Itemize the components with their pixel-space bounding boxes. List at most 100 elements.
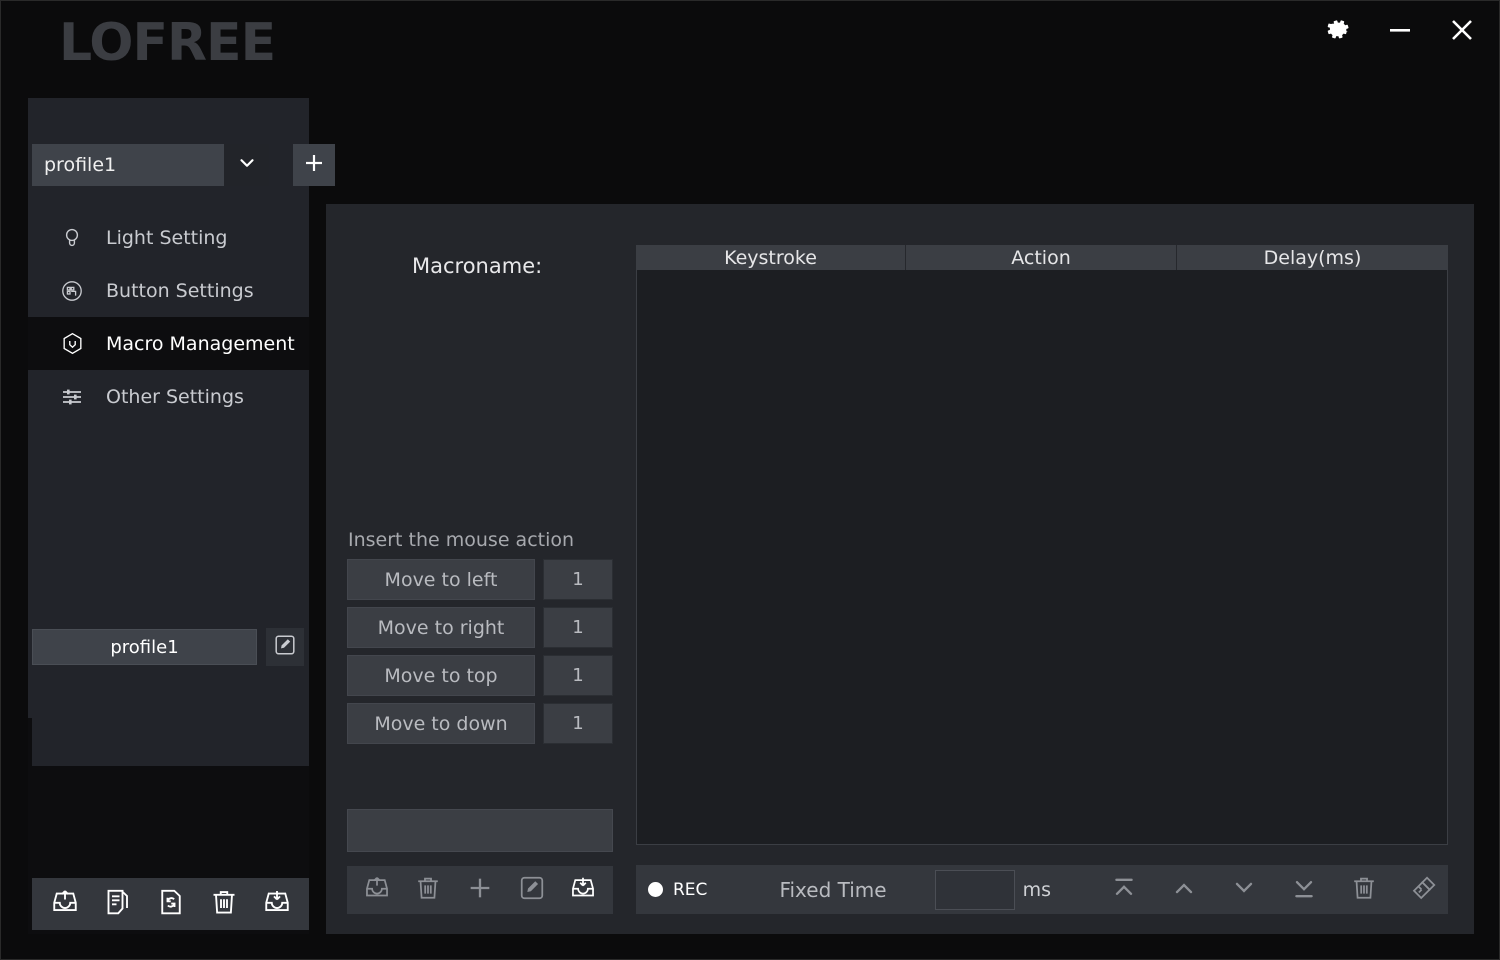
profile-dropdown-toggle[interactable] — [224, 144, 269, 186]
minimize-icon — [1385, 15, 1415, 45]
trash-icon — [209, 887, 239, 921]
chevron-down-icon — [1230, 874, 1258, 906]
column-header-action[interactable]: Action — [906, 245, 1177, 270]
cube-icon — [59, 331, 85, 357]
profile-list-empty-area — [32, 666, 309, 766]
move-to-bottom-icon — [1290, 874, 1318, 906]
table-header-row: Keystroke Action Delay(ms) — [636, 245, 1448, 270]
sidebar-nav: Light Setting Button Settings Macro Mana… — [28, 211, 309, 423]
mouse-action-title: Insert the mouse action — [348, 529, 575, 551]
sidebar: profile1 Light Setting Button Settings M… — [28, 98, 335, 934]
reset-profile-button[interactable] — [153, 886, 189, 922]
plus-icon — [302, 151, 326, 179]
import-macro-button[interactable] — [566, 873, 600, 907]
keypad-circle-icon — [59, 278, 85, 304]
duplicate-profile-button[interactable] — [100, 886, 136, 922]
chevron-up-icon — [1170, 874, 1198, 906]
app-window: LOFREE profile1 Light Setting Button Set… — [0, 0, 1500, 960]
table-body[interactable] — [636, 270, 1448, 845]
export-tray-icon — [50, 887, 80, 921]
import-profile-button[interactable] — [259, 886, 295, 922]
mouse-action-section: Insert the mouse action Move to left 1 M… — [347, 529, 637, 751]
trash-icon — [1350, 874, 1378, 906]
mouse-action-row: Move to top 1 — [347, 655, 637, 696]
delete-row-button[interactable] — [1347, 873, 1381, 907]
move-to-bottom-button[interactable] — [1287, 873, 1321, 907]
mouse-action-row: Move to down 1 — [347, 703, 637, 744]
add-profile-button[interactable] — [293, 144, 335, 186]
profile-dropdown[interactable]: profile1 — [32, 144, 269, 186]
macroname-label: Macroname: — [412, 254, 543, 278]
sidebar-item-label: Button Settings — [106, 279, 254, 302]
move-to-left-button[interactable]: Move to left — [347, 559, 535, 600]
delete-profile-button[interactable] — [206, 886, 242, 922]
move-to-left-value[interactable]: 1 — [543, 559, 613, 600]
add-macro-button[interactable] — [463, 873, 497, 907]
move-to-top-icon — [1110, 874, 1138, 906]
macro-steps-table: Keystroke Action Delay(ms) — [636, 245, 1448, 845]
record-indicator-icon[interactable] — [648, 882, 663, 897]
delete-macro-button[interactable] — [411, 873, 445, 907]
file-refresh-icon — [156, 887, 186, 921]
move-to-top-value[interactable]: 1 — [543, 655, 613, 696]
sidebar-profile-area: profile1 — [28, 98, 335, 211]
sidebar-item-label: Light Setting — [106, 226, 228, 249]
clear-all-button[interactable] — [1407, 873, 1441, 907]
title-bar: LOFREE — [1, 1, 1499, 96]
move-to-top-button[interactable] — [1107, 873, 1141, 907]
record-toolbar: REC Fixed Time ms — [636, 865, 1448, 914]
column-header-keystroke[interactable]: Keystroke — [636, 245, 906, 270]
record-label[interactable]: REC — [673, 880, 707, 900]
profile-dropdown-value[interactable]: profile1 — [32, 144, 224, 186]
export-tray-icon — [363, 874, 391, 906]
window-controls — [1319, 11, 1481, 49]
sidebar-item-button-settings[interactable]: Button Settings — [28, 264, 309, 317]
edit-macro-button[interactable] — [515, 873, 549, 907]
trash-icon — [414, 874, 442, 906]
move-to-down-button[interactable]: Move to down — [347, 703, 535, 744]
document-copy-icon — [103, 887, 133, 921]
move-to-right-value[interactable]: 1 — [543, 607, 613, 648]
mouse-action-row: Move to left 1 — [347, 559, 637, 600]
import-tray-icon — [569, 874, 597, 906]
sidebar-item-other-settings[interactable]: Other Settings — [28, 370, 309, 423]
mouse-action-row: Move to right 1 — [347, 607, 637, 648]
macro-list-box[interactable] — [347, 809, 613, 852]
column-header-delay[interactable]: Delay(ms) — [1177, 245, 1448, 270]
brush-icon — [1410, 874, 1438, 906]
close-icon — [1446, 14, 1478, 46]
delay-input[interactable] — [934, 869, 1015, 910]
move-up-button[interactable] — [1167, 873, 1201, 907]
delay-unit-label: ms — [1022, 878, 1051, 901]
export-profile-button[interactable] — [47, 886, 83, 922]
sidebar-item-light-setting[interactable]: Light Setting — [28, 211, 309, 264]
fixed-time-label[interactable]: Fixed Time — [779, 878, 886, 902]
import-tray-icon — [262, 887, 292, 921]
edit-square-icon — [273, 633, 297, 661]
move-to-right-button[interactable]: Move to right — [347, 607, 535, 648]
sliders-icon — [59, 384, 85, 410]
list-item[interactable]: profile1 — [32, 628, 335, 666]
row-action-icons — [1107, 873, 1441, 907]
minimize-button[interactable] — [1381, 11, 1419, 49]
sidebar-item-label: Macro Management — [106, 332, 295, 355]
close-button[interactable] — [1443, 11, 1481, 49]
profile-list-item-label[interactable]: profile1 — [32, 629, 257, 665]
macro-toolbar — [347, 866, 613, 914]
move-down-button[interactable] — [1227, 873, 1261, 907]
brand-logo: LOFREE — [59, 13, 276, 73]
chevron-down-icon — [236, 152, 258, 178]
move-to-top-button[interactable]: Move to top — [347, 655, 535, 696]
bulb-icon — [59, 225, 85, 251]
gear-icon — [1324, 16, 1352, 44]
main-panel: Macroname: Insert the mouse action Move … — [326, 204, 1474, 934]
export-macro-button[interactable] — [360, 873, 394, 907]
sidebar-item-label: Other Settings — [106, 385, 244, 408]
plus-icon — [466, 874, 494, 906]
settings-button[interactable] — [1319, 11, 1357, 49]
sidebar-toolbar — [32, 878, 309, 930]
edit-profile-button[interactable] — [266, 628, 304, 666]
sidebar-item-macro-management[interactable]: Macro Management — [28, 317, 309, 370]
move-to-down-value[interactable]: 1 — [543, 703, 613, 744]
edit-square-icon — [518, 874, 546, 906]
